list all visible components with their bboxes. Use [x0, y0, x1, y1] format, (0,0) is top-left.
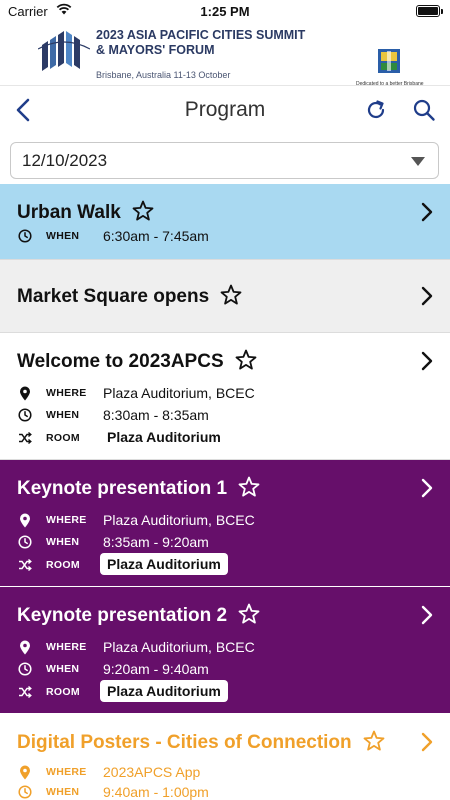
battery-icon: [416, 5, 443, 17]
clock-icon: [17, 661, 33, 677]
search-icon[interactable]: [412, 98, 436, 127]
session-room-row: ROOM Plaza Auditorium: [17, 553, 228, 575]
session-title: Digital Posters - Cities of Connection: [17, 732, 352, 753]
room-chip: Plaza Auditorium: [100, 553, 228, 575]
where-label: WHERE: [46, 514, 87, 526]
clock-icon: [17, 784, 33, 800]
session-card[interactable]: Digital Posters - Cities of Connection W…: [0, 714, 450, 800]
session-title: Keynote presentation 2: [17, 605, 228, 626]
status-bar: Carrier 1:25 PM: [0, 0, 450, 22]
where-label: WHERE: [46, 766, 87, 778]
when-label: WHEN: [46, 786, 80, 798]
chevron-right-icon: [420, 732, 434, 757]
session-when: 8:30am - 8:35am: [103, 407, 209, 423]
session-when: 9:40am - 1:00pm: [103, 784, 209, 800]
summit-logo-icon: [37, 27, 91, 82]
session-where: Plaza Auditorium, BCEC: [103, 385, 255, 401]
session-where: 2023APCS App: [103, 764, 201, 780]
session-room-row: ROOM Plaza Auditorium: [17, 680, 228, 702]
session-title: Keynote presentation 1: [17, 478, 228, 499]
session-title-row: Urban Walk: [17, 200, 410, 226]
chevron-right-icon: [420, 605, 434, 630]
banner-title-line2: & MAYORS' FORUM: [96, 43, 215, 57]
room-chip: Plaza Auditorium: [100, 680, 228, 702]
session-when-row: WHEN 6:30am - 7:45am: [17, 226, 209, 246]
pin-icon: [17, 764, 33, 780]
event-banner: 2023 ASIA PACIFIC CITIES SUMMIT & MAYORS…: [0, 22, 450, 87]
session-card[interactable]: Market Square opens: [0, 260, 450, 333]
shuffle-icon: [17, 557, 33, 573]
session-where-row: WHERE Plaza Auditorium, BCEC: [17, 383, 255, 403]
session-title-row: Keynote presentation 1: [17, 476, 410, 502]
caret-down-icon: [411, 157, 425, 166]
session-when-row: WHEN 9:20am - 9:40am: [17, 659, 209, 679]
pin-icon: [17, 385, 33, 401]
star-icon[interactable]: [219, 283, 243, 312]
star-icon[interactable]: [131, 199, 155, 228]
session-where-row: WHERE Plaza Auditorium, BCEC: [17, 510, 255, 530]
shuffle-icon: [17, 684, 33, 700]
session-where-row: WHERE 2023APCS App: [17, 762, 200, 782]
session-when-row: WHEN 9:40am - 1:00pm: [17, 782, 209, 800]
banner-subtitle: Brisbane, Australia 11-13 October: [96, 70, 231, 80]
star-icon[interactable]: [362, 729, 386, 758]
clock-icon: [17, 407, 33, 423]
session-when: 6:30am - 7:45am: [103, 228, 209, 244]
session-title: Welcome to 2023APCS: [17, 351, 224, 372]
session-card[interactable]: Welcome to 2023APCS WHERE Plaza Auditori…: [0, 333, 450, 460]
chevron-right-icon: [420, 286, 434, 311]
when-label: WHEN: [46, 230, 80, 242]
room-label: ROOM: [46, 686, 80, 698]
where-label: WHERE: [46, 387, 87, 399]
session-title-row: Market Square opens: [17, 284, 410, 310]
session-when: 9:20am - 9:40am: [103, 661, 209, 677]
chevron-right-icon: [420, 202, 434, 227]
session-card[interactable]: Keynote presentation 1 WHERE Plaza Audit…: [0, 460, 450, 587]
star-icon[interactable]: [237, 602, 261, 631]
session-where: Plaza Auditorium, BCEC: [103, 639, 255, 655]
session-title: Market Square opens: [17, 286, 210, 307]
session-card[interactable]: Keynote presentation 2 WHERE Plaza Audit…: [0, 587, 450, 714]
room-chip: Plaza Auditorium: [107, 429, 221, 445]
session-title-row: Digital Posters - Cities of Connection: [17, 730, 410, 756]
pin-icon: [17, 512, 33, 528]
session-title-row: Keynote presentation 2: [17, 603, 410, 629]
program-list: Urban Walk WHEN 6:30am - 7:45am Market S…: [0, 184, 450, 800]
nav-bar: Program: [0, 87, 450, 135]
session-where-row: WHERE Plaza Auditorium, BCEC: [17, 637, 255, 657]
shuffle-icon: [17, 430, 33, 446]
session-when-row: WHEN 8:30am - 8:35am: [17, 405, 209, 425]
star-icon[interactable]: [234, 348, 258, 377]
session-when-row: WHEN 8:35am - 9:20am: [17, 532, 209, 552]
council-logo: Dedicated to a better Brisbane: [356, 48, 424, 87]
chevron-right-icon: [420, 351, 434, 376]
clock-icon: [17, 534, 33, 550]
room-label: ROOM: [46, 559, 80, 571]
chevron-right-icon: [420, 478, 434, 503]
where-label: WHERE: [46, 641, 87, 653]
clock-icon: [17, 228, 33, 244]
session-title-row: Welcome to 2023APCS: [17, 349, 410, 375]
session-room-row: ROOM Plaza Auditorium: [17, 428, 221, 448]
pin-icon: [17, 639, 33, 655]
session-where: Plaza Auditorium, BCEC: [103, 512, 255, 528]
refresh-icon[interactable]: [364, 98, 388, 127]
when-label: WHEN: [46, 409, 80, 421]
city-crest-icon: [378, 49, 400, 73]
clock-time: 1:25 PM: [200, 4, 250, 19]
date-select-value: 12/10/2023: [22, 151, 108, 170]
when-label: WHEN: [46, 663, 80, 675]
banner-title-line1: 2023 ASIA PACIFIC CITIES SUMMIT: [96, 28, 306, 42]
banner-title: 2023 ASIA PACIFIC CITIES SUMMIT & MAYORS…: [96, 28, 336, 58]
session-when: 8:35am - 9:20am: [103, 534, 209, 550]
session-title: Urban Walk: [17, 202, 121, 223]
star-icon[interactable]: [237, 475, 261, 504]
session-card[interactable]: Urban Walk WHEN 6:30am - 7:45am: [0, 184, 450, 260]
room-label: ROOM: [46, 432, 80, 444]
date-select[interactable]: 12/10/2023: [10, 142, 439, 179]
when-label: WHEN: [46, 536, 80, 548]
